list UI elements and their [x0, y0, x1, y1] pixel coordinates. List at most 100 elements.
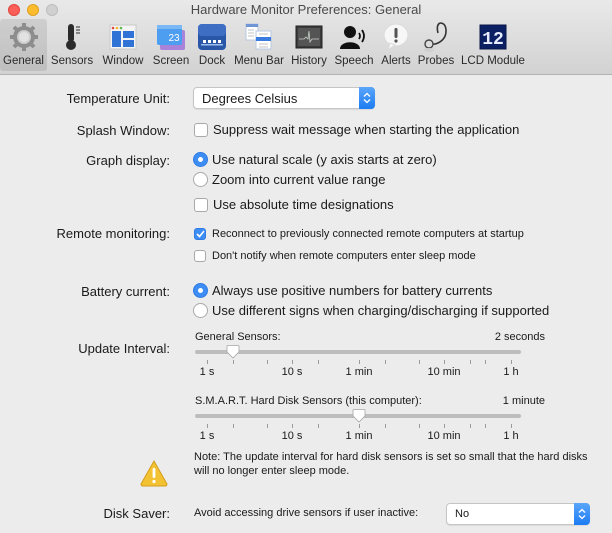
slider-tick	[485, 424, 486, 428]
slider-tick	[419, 360, 420, 364]
radio-unselected	[193, 172, 208, 187]
tab-lcd-module[interactable]: 12 LCD Module	[457, 19, 529, 71]
slider-tick	[444, 424, 445, 428]
positive-battery-radio[interactable]: Always use positive numbers for battery …	[193, 283, 492, 298]
gear-icon	[7, 21, 41, 53]
disk-saver-value: No	[455, 508, 470, 520]
slider-tick	[444, 360, 445, 364]
slider-tick	[292, 424, 293, 428]
slider-tick	[318, 360, 319, 364]
menu-bar-icon	[242, 21, 276, 53]
general-sensors-label: General Sensors:	[195, 331, 281, 343]
slider-tick	[292, 360, 293, 364]
temperature-unit-label: Temperature Unit:	[66, 91, 170, 106]
absolute-time-checkbox[interactable]: Use absolute time designations	[194, 197, 394, 212]
tab-probes[interactable]: Probes	[415, 19, 457, 71]
slider-tick	[207, 424, 208, 428]
temperature-unit-value: Degrees Celsius	[202, 91, 298, 106]
slider-tick-label: 10 s	[281, 430, 303, 442]
battery-current-label: Battery current:	[81, 284, 170, 299]
slider-tick-label: 1 h	[503, 366, 519, 378]
suppress-wait-message-checkbox[interactable]: Suppress wait message when starting the …	[194, 122, 519, 137]
slider-tick	[485, 360, 486, 364]
thermometer-icon	[55, 21, 89, 53]
update-interval-label: Update Interval:	[78, 341, 170, 356]
tab-menu-bar[interactable]: Menu Bar	[231, 19, 287, 71]
radio-selected	[193, 283, 208, 298]
dont-notify-sleep-checkbox[interactable]: Don't notify when remote computers enter…	[194, 250, 476, 262]
remote-monitoring-label: Remote monitoring:	[56, 226, 170, 241]
splash-window-label: Splash Window:	[76, 123, 170, 138]
speech-icon	[337, 21, 371, 53]
slider-tick-label: 10 s	[281, 366, 303, 378]
chevron-updown-icon	[359, 87, 375, 109]
checkbox-box	[194, 122, 208, 137]
history-graph-icon	[292, 21, 326, 53]
reconnect-remote-checkbox[interactable]: Reconnect to previously connected remote…	[194, 228, 524, 240]
natural-scale-radio[interactable]: Use natural scale (y axis starts at zero…	[193, 152, 437, 167]
avoid-accessing-label: Avoid accessing drive sensors if user in…	[194, 507, 419, 519]
stethoscope-icon	[419, 21, 453, 53]
slider-tick	[318, 424, 319, 428]
radio-unselected	[193, 303, 208, 318]
window-titlebar: Hardware Monitor Preferences: General Ge…	[0, 0, 612, 75]
smart-sensors-label: S.M.A.R.T. Hard Disk Sensors (this compu…	[195, 395, 422, 407]
disk-saver-popup[interactable]: No	[446, 503, 590, 525]
zoom-value-range-radio[interactable]: Zoom into current value range	[193, 172, 385, 187]
slider-tick-label: 10 min	[427, 430, 461, 442]
tab-window[interactable]: Window	[97, 19, 149, 71]
radio-selected	[193, 152, 208, 167]
slider-tick	[267, 360, 268, 364]
tab-general[interactable]: General	[0, 19, 47, 71]
chevron-updown-icon	[574, 503, 590, 525]
window-title: Hardware Monitor Preferences: General	[190, 2, 422, 17]
tab-history[interactable]: History	[287, 19, 331, 71]
slider-tick	[233, 360, 234, 364]
slider-tick	[385, 360, 386, 364]
slider-tick-label: 10 min	[427, 366, 461, 378]
hard-disk-sleep-note: Note: The update interval for hard disk …	[194, 451, 588, 477]
slider-thumb[interactable]	[226, 345, 240, 359]
lcd-module-text: 12	[482, 30, 504, 50]
slider-tick-label: 1 min	[345, 366, 373, 378]
tab-dock[interactable]: Dock	[193, 19, 231, 71]
slider-tick	[419, 424, 420, 428]
slider-tick	[470, 424, 471, 428]
lcd-module-icon: 12	[476, 21, 510, 53]
tab-sensors[interactable]: Sensors	[47, 19, 97, 71]
screen-date-text: 23	[168, 33, 180, 44]
alert-bubble-icon	[379, 21, 413, 53]
slider-tick	[267, 424, 268, 428]
slider-tick-label: 1 min	[345, 430, 373, 442]
slider-tick	[470, 360, 471, 364]
warning-icon	[139, 459, 169, 490]
checkmark-icon	[194, 228, 206, 240]
temperature-unit-popup[interactable]: Degrees Celsius	[193, 87, 375, 109]
checkbox-box	[194, 197, 208, 212]
slider-tick-label: 1 s	[199, 366, 215, 378]
general-pane: Temperature Unit: Degrees Celsius Splash…	[0, 76, 612, 533]
dock-icon	[195, 21, 229, 53]
slider-tick	[359, 360, 360, 364]
different-signs-radio[interactable]: Use different signs when charging/discha…	[193, 303, 549, 318]
checkbox-box	[194, 250, 206, 262]
disk-saver-label: Disk Saver:	[103, 506, 170, 521]
screen-calendar-icon: 23	[154, 21, 188, 53]
tab-alerts[interactable]: Alerts	[377, 19, 415, 71]
slider-tick	[385, 424, 386, 428]
preferences-toolbar: General Sensors Window 23 Screen Dock Me…	[0, 19, 529, 74]
graph-display-label: Graph display:	[86, 153, 170, 168]
slider-tick	[511, 360, 512, 364]
slider-tick	[511, 424, 512, 428]
slider-tick-label: 1 s	[199, 430, 215, 442]
slider-tick	[207, 360, 208, 364]
window-layout-icon	[106, 21, 140, 53]
tab-screen[interactable]: 23 Screen	[149, 19, 193, 71]
slider-tick	[233, 424, 234, 428]
slider-thumb[interactable]	[352, 409, 366, 423]
general-sensors-value: 2 seconds	[494, 331, 545, 343]
slider-track[interactable]	[195, 350, 521, 354]
smart-sensors-value: 1 minute	[502, 395, 545, 407]
tab-speech[interactable]: Speech	[331, 19, 377, 71]
slider-tick-label: 1 h	[503, 430, 519, 442]
